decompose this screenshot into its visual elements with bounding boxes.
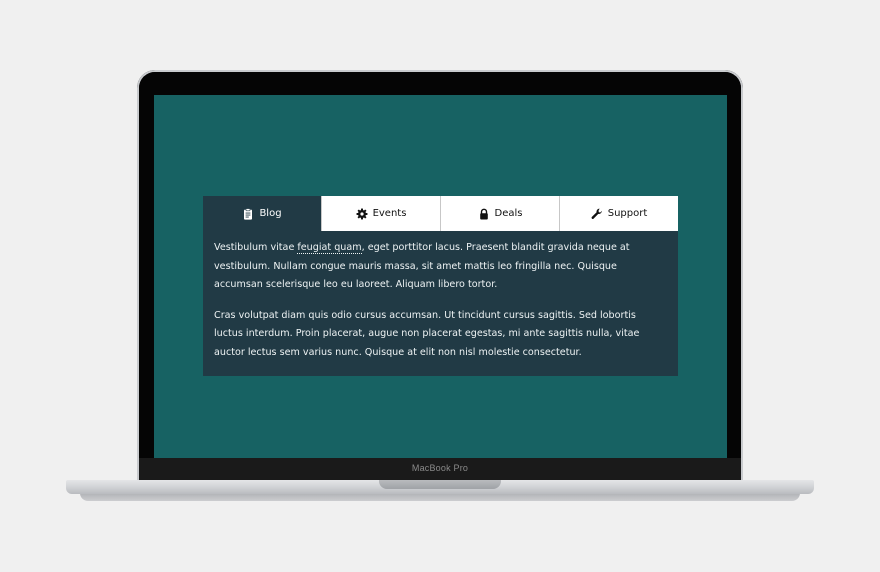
panel-paragraph: Cras volutpat diam quis odio cursus accu…	[214, 309, 640, 358]
laptop-base-shadow	[80, 493, 800, 501]
tab-support[interactable]: Support	[559, 196, 678, 231]
device-brand-label: MacBook Pro	[411, 463, 469, 473]
abbreviation: feugiat quam	[297, 242, 362, 254]
laptop-screen: Blog Events Deals Support Vestibulum vit…	[154, 95, 727, 458]
tab-label: Support	[607, 208, 648, 219]
tab-label: Events	[372, 208, 407, 219]
wrench-icon	[591, 208, 603, 220]
tab-panel-blog: Vestibulum vitae feugiat quam, eget port…	[203, 231, 678, 376]
gear-icon	[356, 208, 368, 220]
lock-icon	[478, 208, 490, 220]
tab-events[interactable]: Events	[321, 196, 440, 231]
paragraph-text: Vestibulum vitae	[214, 242, 298, 253]
tab-blog[interactable]: Blog	[203, 196, 321, 231]
tab-bar: Blog Events Deals Support	[203, 196, 678, 231]
tabs-component: Blog Events Deals Support Vestibulum vit…	[203, 196, 678, 376]
laptop-notch	[379, 480, 501, 489]
clipboard-icon	[242, 207, 254, 220]
tab-label: Deals	[494, 208, 523, 219]
tab-deals[interactable]: Deals	[440, 196, 559, 231]
panel-paragraph: Vestibulum vitae feugiat quam, eget port…	[214, 239, 667, 295]
tab-label: Blog	[259, 208, 282, 219]
